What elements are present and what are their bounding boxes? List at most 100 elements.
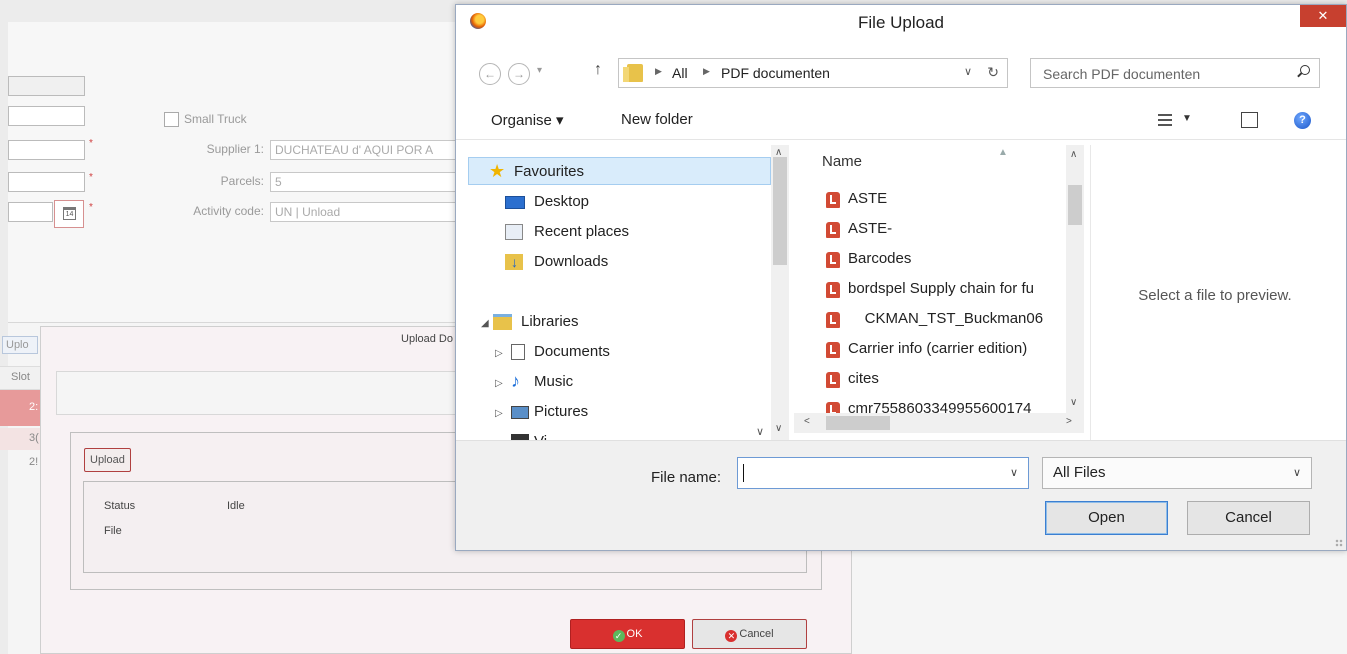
breadcrumb-all[interactable]: All [672,65,688,81]
download-arrow-icon: ↓ [511,254,518,270]
preview-pane: Select a file to preview. [1090,145,1339,440]
date-input[interactable] [8,202,53,222]
file-list: ▲ Name ASTE ASTE- Barcodes bordspel Supp… [794,145,1066,413]
parcels-field[interactable]: 5 [270,172,460,192]
preview-pane-icon[interactable] [1241,112,1258,128]
check-icon: ✓ [612,630,625,642]
list-item[interactable]: ASTE- [802,215,1066,243]
scroll-down-icon[interactable]: ∨ [775,423,782,434]
list-item[interactable]: cmr7558603349955600174 [802,395,1066,413]
navigation-scrollbar[interactable]: ∧ ∨ [771,145,789,440]
view-dropdown-icon[interactable]: ▼ [1182,113,1192,124]
chevron-down-icon[interactable]: ∨ [1010,466,1018,479]
refresh-icon[interactable]: ↻ [987,64,999,81]
scroll-down-icon[interactable]: ∨ [1070,397,1077,408]
file-list-horizontal-scrollbar[interactable]: < > [794,413,1084,433]
tree-scroll-down-icon[interactable]: ∨ [756,425,764,438]
pdf-icon [826,402,840,413]
calendar-button[interactable]: 14 [54,200,84,228]
list-item[interactable]: bordspel Supply chain for fu [802,275,1066,303]
list-item[interactable]: Barcodes [802,245,1066,273]
pictures-icon [511,406,529,419]
file-list-vertical-scrollbar[interactable]: ∧ ∨ [1066,145,1084,413]
required-marker: * [89,202,93,213]
back-button[interactable]: ← [479,63,501,85]
table-row[interactable]: 2: [0,390,40,426]
required-marker: * [89,138,93,149]
recent-places-icon [505,224,523,240]
scrollbar-thumb[interactable] [1068,185,1082,225]
resize-grip-icon[interactable] [1335,539,1343,547]
file-label: File [104,525,122,537]
supplier-label: Supplier 1: [206,142,264,156]
form-input-4[interactable] [8,172,85,192]
status-label: Status [104,500,136,512]
pdf-icon [826,312,840,328]
recent-locations-button[interactable]: ▾ [537,65,542,76]
search-box[interactable] [1030,58,1320,89]
cancel-icon: ✕ [725,630,738,642]
view-options-icon[interactable] [1158,113,1172,127]
nav-item-favourites[interactable]: ★ Favourites [468,157,771,185]
small-truck-checkbox[interactable] [164,112,179,127]
status-value: Idle [227,500,245,512]
file-name-combobox[interactable]: ∨ [737,457,1029,490]
column-header-name[interactable]: Name [822,153,862,170]
form-input-1[interactable] [8,76,85,96]
supplier-field[interactable]: DUCHATEAU d' AQUI POR A [270,140,460,160]
text-caret [743,464,744,482]
scrollbar-thumb[interactable] [826,416,890,430]
window-titlebar[interactable]: File Upload ✕ [456,5,1346,41]
table-row[interactable]: 2! [0,452,40,474]
new-folder-button[interactable]: New folder [621,111,693,128]
breadcrumb-separator-icon: ▶ [655,66,662,76]
table-row[interactable]: 3( [0,428,40,450]
address-dropdown-icon[interactable]: ∨ [964,65,972,78]
up-folder-button[interactable]: ↑ [594,61,602,79]
scroll-right-icon[interactable]: > [1066,416,1072,427]
scroll-up-icon[interactable]: ∧ [1070,149,1077,160]
breadcrumb-separator-icon: ▶ [703,66,710,76]
cancel-button[interactable]: ✕ Cancel [692,619,807,649]
form-input-2[interactable] [8,106,85,126]
pdf-icon [826,372,840,388]
slot-column-header: Slot [0,366,40,390]
scrollbar-thumb[interactable] [773,157,787,265]
open-button[interactable]: Open [1045,501,1168,535]
file-type-select[interactable]: All Files ∨ [1042,457,1312,489]
libraries-icon [493,314,512,330]
upload-button[interactable]: Upload [84,448,131,472]
breadcrumb-pdf-documenten[interactable]: PDF documenten [721,65,830,81]
list-item[interactable]: CKMAN_TST_Buckman06 [802,305,1066,333]
address-bar[interactable]: ▶ All ▶ PDF documenten ∨ ↻ [618,58,1008,88]
help-icon[interactable]: ? [1294,112,1311,129]
collapse-libraries-icon[interactable]: ◢ [481,318,489,329]
star-icon: ★ [489,161,506,181]
close-button[interactable]: ✕ [1300,5,1346,27]
search-input[interactable] [1031,59,1295,89]
list-item[interactable]: cites [802,365,1066,393]
file-name-input[interactable] [738,458,1006,490]
list-item[interactable]: Carrier info (carrier edition) [802,335,1066,363]
expand-documents-icon[interactable]: ▷ [495,348,503,359]
form-input-3[interactable] [8,140,85,160]
documents-icon [511,344,525,360]
organise-menu[interactable]: Organise ▾ [491,111,564,129]
expand-pictures-icon[interactable]: ▷ [495,408,503,419]
search-icon[interactable] [1300,65,1310,75]
command-bar: Organise ▾ New folder ▼ ? [456,103,1346,140]
chevron-down-icon: ∨ [1292,467,1301,479]
activity-code-label: Activity code: [193,204,264,218]
navigation-pane: ◢ ★ Favourites Desktop Recent places ↓ D… [465,145,785,440]
parcels-label: Parcels: [220,174,264,188]
list-item[interactable]: ASTE [802,185,1066,213]
forward-button[interactable]: → [508,63,530,85]
ok-button[interactable]: ✓ OK [570,619,685,649]
pdf-icon [826,192,840,208]
file-dialog-footer: File name: ∨ All Files ∨ Open Cancel [456,440,1346,550]
scroll-left-icon[interactable]: < [804,416,810,427]
cancel-button[interactable]: Cancel [1187,501,1310,535]
activity-code-field[interactable]: UN | Unload [270,202,460,222]
expand-music-icon[interactable]: ▷ [495,378,503,389]
pdf-icon [826,252,840,268]
